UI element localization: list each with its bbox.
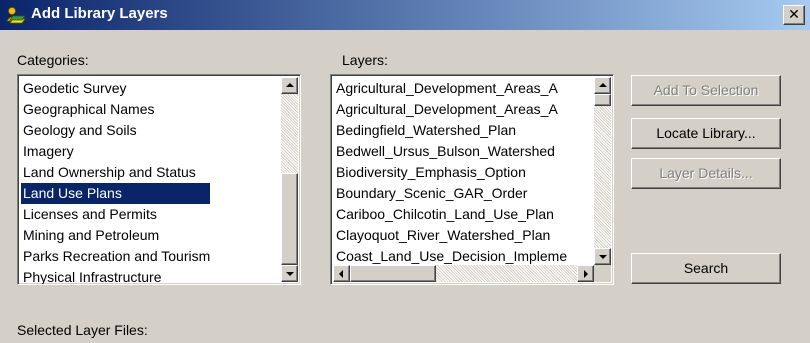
scroll-up-button[interactable] <box>281 77 298 94</box>
list-item[interactable]: Boundary_Scenic_GAR_Order <box>334 183 567 204</box>
list-item[interactable]: Physical Infrastructure <box>21 267 210 284</box>
categories-listbox[interactable]: Geodetic Survey Geographical Names Geology… <box>17 74 301 285</box>
layers-listbox[interactable]: Agricultural_Development_Areas_A Agricult… <box>330 74 614 285</box>
layer-details-button[interactable]: Layer Details... <box>631 158 781 189</box>
list-item[interactable]: Land Ownership and Status <box>21 162 210 183</box>
scroll-right-button[interactable] <box>577 265 594 282</box>
list-item[interactable]: Bedwell_Ursus_Bulson_Watershed <box>334 141 567 162</box>
scrollbar-corner <box>594 265 611 282</box>
arrow-left-icon <box>339 270 343 278</box>
categories-label: Categories: <box>17 52 89 68</box>
list-item[interactable]: Imagery <box>21 141 210 162</box>
list-item[interactable]: Cariboo_Chilcotin_Land_Use_Plan <box>334 204 567 225</box>
scroll-down-button[interactable] <box>281 265 298 282</box>
categories-scrollbar[interactable] <box>281 77 298 282</box>
scroll-up-button[interactable] <box>594 77 611 94</box>
search-button[interactable]: Search <box>631 253 781 284</box>
list-item[interactable]: Biodiversity_Emphasis_Option <box>334 162 567 183</box>
scroll-thumb[interactable] <box>594 94 611 106</box>
list-item[interactable]: Geographical Names <box>21 99 210 120</box>
arrow-down-icon <box>599 255 607 259</box>
layers-list: Agricultural_Development_Areas_A Agricult… <box>334 78 567 267</box>
layers-vscrollbar[interactable] <box>594 77 611 265</box>
arrow-up-icon <box>286 83 294 87</box>
arrow-down-icon <box>286 272 294 276</box>
scroll-down-button[interactable] <box>594 248 611 265</box>
add-layers-icon <box>6 7 26 24</box>
window-title: Add Library Layers <box>31 5 168 22</box>
selected-layer-files-label: Selected Layer Files: <box>17 322 148 338</box>
title-bar: Add Library Layers ✕ <box>0 0 810 30</box>
list-item[interactable]: Geodetic Survey <box>21 78 210 99</box>
scroll-left-button[interactable] <box>333 265 350 282</box>
arrow-right-icon <box>584 270 588 278</box>
close-button[interactable]: ✕ <box>783 5 805 25</box>
list-item[interactable]: Geology and Soils <box>21 120 210 141</box>
layers-label: Layers: <box>342 52 388 68</box>
categories-list: Geodetic Survey Geographical Names Geology… <box>21 78 211 284</box>
list-item[interactable]: Mining and Petroleum <box>21 225 210 246</box>
list-item[interactable]: Coast_Land_Use_Decision_Impleme <box>334 246 567 267</box>
list-item[interactable]: Bedingfield_Watershed_Plan <box>334 120 567 141</box>
list-item[interactable]: Agricultural_Development_Areas_A <box>334 99 567 120</box>
list-item[interactable]: Parks Recreation and Tourism <box>21 246 210 267</box>
locate-library-button[interactable]: Locate Library... <box>631 118 781 149</box>
list-item[interactable]: Agricultural_Development_Areas_A <box>334 78 567 99</box>
list-item[interactable]: Land Use Plans <box>21 183 211 204</box>
scroll-thumb[interactable] <box>281 173 298 265</box>
scroll-thumb[interactable] <box>350 265 436 282</box>
layers-hscrollbar[interactable] <box>333 265 594 282</box>
add-to-selection-button[interactable]: Add To Selection <box>631 75 781 106</box>
arrow-up-icon <box>599 83 607 87</box>
list-item[interactable]: Clayoquot_River_Watershed_Plan <box>334 225 567 246</box>
list-item[interactable]: Licenses and Permits <box>21 204 210 225</box>
